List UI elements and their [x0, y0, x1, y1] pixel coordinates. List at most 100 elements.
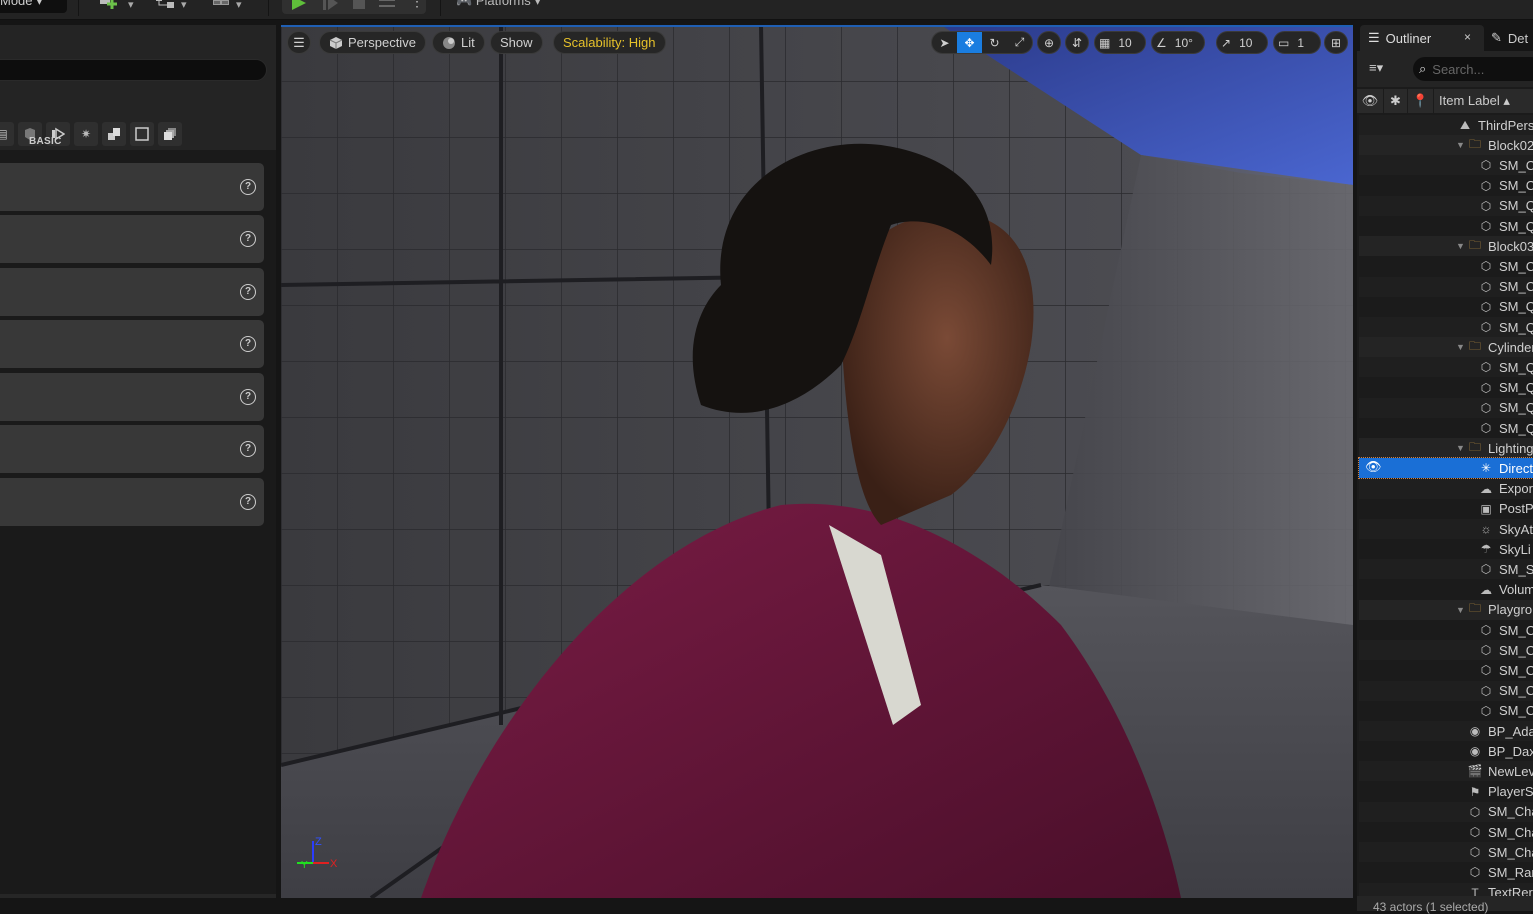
outliner-row[interactable]: ⬡ SM_C [1359, 620, 1533, 640]
rotation-snap-control[interactable]: ∠ 10° [1151, 31, 1205, 54]
world-local-toggle[interactable]: ⊕ [1037, 31, 1061, 54]
visibility-column-icon[interactable]: 👁 [1357, 89, 1384, 113]
outliner-row[interactable]: ⬡ SM_Cha [1359, 801, 1533, 822]
outliner-row[interactable]: ⬡ SM_Q [1359, 418, 1533, 438]
outliner-row[interactable]: ⬡ SM_Cha [1359, 842, 1533, 863]
stop-icon[interactable] [352, 0, 366, 10]
visual-effects-icon[interactable]: ✷ [74, 122, 98, 146]
outliner-row[interactable]: ⬡ SM_C [1359, 176, 1533, 196]
more-icon[interactable]: ⋮ [410, 0, 424, 8]
actor-list-item[interactable]: ? [0, 425, 264, 473]
expand-arrow-icon[interactable]: ▼ [1456, 140, 1466, 150]
outliner-row[interactable]: ⬡ SM_C [1359, 680, 1533, 701]
tab-details[interactable]: ✎ Det [1491, 25, 1528, 51]
outliner-row[interactable]: ☁ Expor [1359, 478, 1533, 499]
outliner-row[interactable]: ◉ BP_Dax [1359, 741, 1533, 761]
outliner-folder-row[interactable]: ▼ 🗀 Block03 [1359, 236, 1533, 257]
outliner-row[interactable]: ⬡ SM_C [1359, 155, 1533, 176]
expand-arrow-icon[interactable]: ▼ [1456, 342, 1466, 352]
tab-outliner[interactable]: ☰ Outliner × [1360, 25, 1484, 51]
expand-arrow-icon[interactable]: ▼ [1456, 443, 1466, 453]
cinematics-button[interactable]: ▾ [212, 0, 242, 12]
level-viewport[interactable]: ☰ Perspective Lit Show Scalability: High… [281, 25, 1353, 898]
outliner-row[interactable]: ⬡ SM_S [1359, 559, 1533, 580]
select-tool-icon[interactable]: ➤ [932, 32, 957, 53]
help-icon[interactable]: ? [240, 336, 256, 352]
help-icon[interactable]: ? [240, 284, 256, 300]
platforms-dropdown[interactable]: 🎮 Platforms ▾ [456, 0, 541, 9]
outliner-folder-row[interactable]: ▼ 🗀 Lighting [1359, 438, 1533, 459]
actor-list-item[interactable]: ? [0, 268, 264, 316]
rotate-tool-icon[interactable]: ↻ [982, 32, 1007, 53]
visibility-eye-icon[interactable]: 👁 [1365, 459, 1382, 475]
help-icon[interactable]: ? [240, 179, 256, 195]
geometry-icon[interactable] [102, 122, 126, 146]
outliner-row[interactable]: ☼ SkyAt [1359, 519, 1533, 539]
outliner-row[interactable]: ⬡ SM_C [1359, 256, 1533, 276]
all-classes-icon[interactable] [158, 122, 182, 146]
help-icon[interactable]: ? [240, 231, 256, 247]
viewport-menu-button[interactable]: ☰ [287, 31, 311, 54]
mode-dropdown[interactable]: Mode ▾ [0, 0, 67, 13]
actor-list-item[interactable]: ? [0, 373, 264, 421]
outliner-row[interactable]: ⬡ SM_Rar [1359, 862, 1533, 882]
outliner-row[interactable]: ⬡ SM_C [1359, 276, 1533, 297]
outliner-row[interactable]: ⬡ SM_Q [1359, 378, 1533, 398]
outliner-row[interactable]: ⬡ SM_Q [1359, 195, 1533, 216]
outliner-row[interactable]: ⬡ SM_Cha [1359, 822, 1533, 842]
view-mode-lit-button[interactable]: Lit [432, 31, 485, 54]
outliner-folder-row[interactable]: ▼ 🗀 Cylinder [1359, 337, 1533, 358]
help-icon[interactable]: ? [240, 494, 256, 510]
favorite-column-icon[interactable]: ✱ [1384, 89, 1408, 113]
add-actor-button[interactable]: ▾ [98, 0, 134, 12]
play-options-icon[interactable] [378, 0, 396, 10]
outliner-row[interactable]: ⬡ SM_C [1359, 640, 1533, 661]
camera-speed-control[interactable]: ▭ 1 [1273, 31, 1321, 54]
expand-arrow-icon[interactable]: ▼ [1456, 241, 1466, 251]
surface-snap-toggle[interactable]: ⇵ [1065, 31, 1089, 54]
outliner-row[interactable]: ⬡ SM_Q [1359, 317, 1533, 337]
item-label-column[interactable]: Item Label ▴ [1434, 93, 1510, 109]
perspective-button[interactable]: Perspective [319, 31, 426, 54]
outliner-row[interactable]: ⚑ PlayerS [1359, 782, 1533, 802]
actor-list-item[interactable]: ? [0, 320, 264, 368]
actor-list-item[interactable]: ? [0, 478, 264, 526]
outliner-row[interactable]: ▣ PostP [1359, 499, 1533, 519]
scale-snap-control[interactable]: ↗ 10 [1216, 31, 1268, 54]
outliner-row[interactable]: ⬡ SM_Q [1359, 216, 1533, 236]
grid-snap-control[interactable]: ▦ 10 [1094, 31, 1146, 54]
outliner-row[interactable]: ☂ SkyLi [1359, 539, 1533, 559]
actor-list-item[interactable]: ? [0, 215, 264, 263]
outliner-row[interactable]: ⬡ SM_Q [1359, 357, 1533, 378]
outliner-row[interactable]: ⬡ SM_Q [1359, 397, 1533, 418]
outliner-row[interactable]: 👁 ✳ Direct [1358, 457, 1533, 480]
viewport-layout-button[interactable]: ⊞ [1324, 31, 1348, 54]
help-icon[interactable]: ? [240, 389, 256, 405]
scalability-button[interactable]: Scalability: High [553, 31, 666, 54]
volumes-icon[interactable] [130, 122, 154, 146]
expand-arrow-icon[interactable]: ▼ [1456, 605, 1466, 615]
scale-tool-icon[interactable]: ⤢ [1007, 32, 1032, 53]
show-button[interactable]: Show [490, 31, 543, 54]
actor-list-item[interactable]: ? [0, 163, 264, 211]
close-icon[interactable]: × [1464, 30, 1471, 44]
help-icon[interactable]: ? [240, 441, 256, 457]
outliner-row[interactable]: ⛰ ThirdPers [1359, 115, 1533, 135]
outliner-row[interactable]: ⬡ SM_C [1359, 701, 1533, 721]
outliner-row[interactable]: ☁ Volum [1359, 580, 1533, 600]
recent-icon[interactable]: ▤ [0, 122, 14, 146]
advance-frame-icon[interactable] [322, 0, 340, 10]
blueprint-button[interactable]: ▾ [155, 0, 187, 12]
play-icon[interactable] [290, 0, 308, 10]
translate-tool-icon[interactable]: ✥ [957, 32, 982, 53]
outliner-row[interactable]: ⬡ SM_C [1359, 660, 1533, 680]
outliner-row[interactable]: ⬡ SM_Q [1359, 297, 1533, 317]
pin-column-icon[interactable]: 📍 [1408, 89, 1434, 113]
place-actors-search-input[interactable] [0, 59, 267, 81]
outliner-search-input[interactable]: ⌕ Search... [1413, 57, 1533, 81]
filter-icon[interactable]: ≡▾ [1369, 60, 1383, 76]
outliner-row[interactable]: ◉ BP_Ada [1359, 721, 1533, 741]
outliner-folder-row[interactable]: ▼ 🗀 Playgro [1359, 599, 1533, 620]
outliner-row[interactable]: 🎬 NewLev [1359, 761, 1533, 782]
outliner-folder-row[interactable]: ▼ 🗀 Block02 [1359, 135, 1533, 156]
